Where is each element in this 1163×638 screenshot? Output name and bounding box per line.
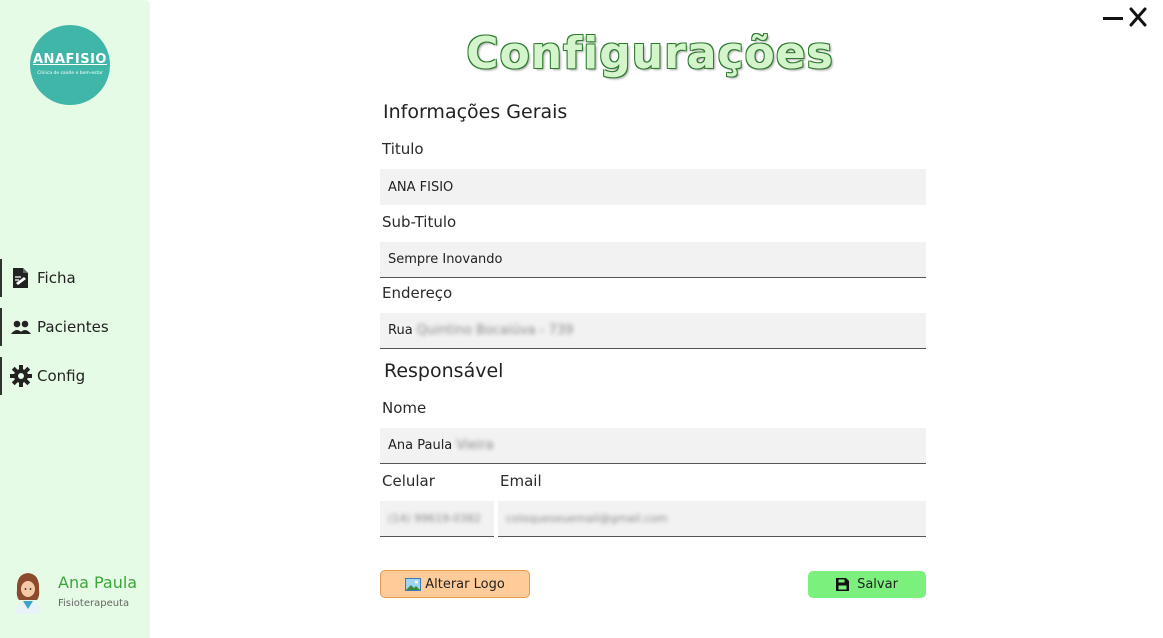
clinic-logo: ANAFISIO Clínica de saúde e bem-estar xyxy=(30,25,110,105)
sidebar-item-pacientes[interactable]: Pacientes xyxy=(0,308,148,346)
subtitulo-field[interactable]: Sempre Inovando xyxy=(380,242,926,278)
endereco-field[interactable]: Rua Quintino Bocaiúva - 739 xyxy=(380,313,926,349)
image-icon xyxy=(405,577,422,591)
titulo-value: ANA FISIO xyxy=(388,179,454,195)
titulo-label: Titulo xyxy=(382,140,424,158)
email-blurred: coloqueseuemail@gmail.com xyxy=(506,512,668,525)
subtitulo-label: Sub-Titulo xyxy=(382,213,457,231)
logo-name: ANAFISIO xyxy=(33,52,107,67)
nome-blurred: Vieira xyxy=(456,438,494,453)
document-edit-icon xyxy=(13,268,28,288)
endereco-blurred: Quintino Bocaiúva - 739 xyxy=(416,323,574,338)
section-heading-responsible: Responsável xyxy=(384,360,504,382)
subtitulo-value: Sempre Inovando xyxy=(388,252,503,267)
avatar xyxy=(15,573,41,614)
sidebar: ANAFISIO Clínica de saúde e bem-estar Fi… xyxy=(0,0,150,638)
nav-indicator xyxy=(0,259,2,297)
endereco-label: Endereço xyxy=(382,284,453,302)
alterar-logo-label: Alterar Logo xyxy=(425,576,505,592)
save-button[interactable]: Salvar xyxy=(808,571,926,598)
users-icon xyxy=(11,320,31,334)
sidebar-item-label: Ficha xyxy=(37,269,76,287)
user-role: Fisioterapeuta xyxy=(58,598,130,609)
email-label: Email xyxy=(500,472,542,490)
sidebar-item-label: Pacientes xyxy=(37,318,109,336)
minimize-button[interactable] xyxy=(1103,17,1123,20)
close-icon[interactable] xyxy=(1128,5,1148,29)
nome-prefix: Ana Paula xyxy=(388,438,453,453)
email-field[interactable]: coloqueseuemail@gmail.com xyxy=(498,501,926,537)
user-profile: Ana Paula Fisioterapeuta xyxy=(12,570,148,614)
nav-indicator xyxy=(0,357,2,395)
celular-label: Celular xyxy=(382,472,435,490)
section-heading-general: Informações Gerais xyxy=(383,101,568,123)
celular-blurred: (14) 99619-0382 xyxy=(388,512,482,525)
logo-tagline: Clínica de saúde e bem-estar xyxy=(37,71,103,76)
celular-field[interactable]: (14) 99619-0382 xyxy=(380,501,494,537)
gear-icon xyxy=(10,365,32,387)
sidebar-item-label: Config xyxy=(37,367,86,385)
save-label: Salvar xyxy=(857,577,898,592)
nav-indicator xyxy=(0,308,2,346)
nome-field[interactable]: Ana Paula Vieira xyxy=(380,428,926,464)
user-name: Ana Paula xyxy=(58,573,138,592)
page-title: Configurações xyxy=(466,28,834,79)
endereco-prefix: Rua xyxy=(388,323,413,338)
sidebar-item-config[interactable]: Config xyxy=(0,357,148,395)
save-icon xyxy=(836,578,850,591)
alterar-logo-button[interactable]: Alterar Logo xyxy=(380,570,530,598)
nome-label: Nome xyxy=(382,399,427,417)
titulo-field[interactable]: ANA FISIO xyxy=(380,169,926,205)
sidebar-item-ficha[interactable]: Ficha xyxy=(0,259,148,297)
